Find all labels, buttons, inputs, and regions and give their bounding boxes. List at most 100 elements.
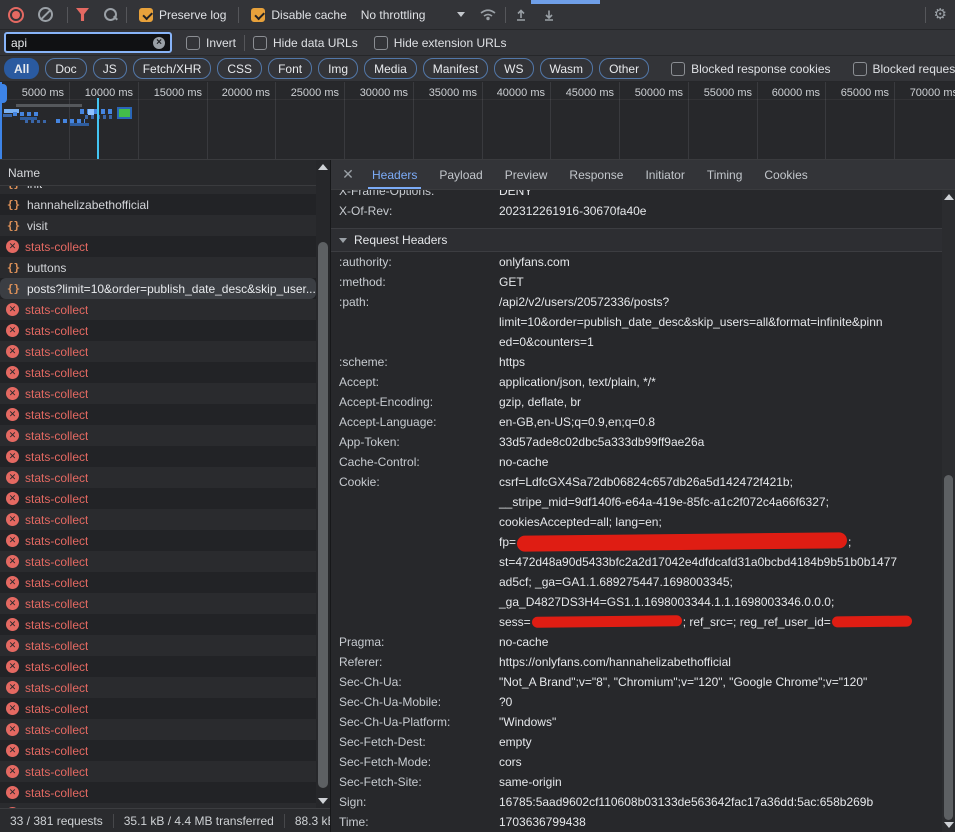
checkbox-icon[interactable]: [374, 36, 388, 50]
import-har-icon[interactable]: [514, 8, 528, 22]
header-value-text: same-origin: [499, 775, 562, 789]
header-value: cors: [499, 752, 942, 772]
type-filter-js[interactable]: JS: [93, 58, 127, 79]
request-row[interactable]: ✕stats-collect: [0, 299, 316, 320]
hide-data-urls-checkbox[interactable]: Hide data URLs: [253, 36, 358, 50]
request-row[interactable]: {}posts?limit=10&order=publish_date_desc…: [0, 278, 316, 299]
request-row[interactable]: ✕stats-collect: [0, 740, 316, 761]
checkbox-icon[interactable]: [853, 62, 867, 76]
blocked-response-cookies-label: Blocked response cookies: [691, 62, 830, 76]
request-row[interactable]: ✕stats-collect: [0, 404, 316, 425]
scrollbar-thumb[interactable]: [944, 475, 953, 820]
request-row[interactable]: ✕stats-collect: [0, 698, 316, 719]
export-har-icon[interactable]: [542, 8, 556, 22]
checkbox-icon[interactable]: [253, 36, 267, 50]
tab-response[interactable]: Response: [558, 160, 634, 189]
type-filter-doc[interactable]: Doc: [45, 58, 86, 79]
type-filter-fetch-xhr[interactable]: Fetch/XHR: [133, 58, 212, 79]
scrollbar-thumb[interactable]: [318, 242, 328, 788]
request-row[interactable]: ✕stats-collect: [0, 656, 316, 677]
overview-range-handle[interactable]: [0, 84, 7, 103]
clear-button[interactable]: [38, 7, 53, 22]
request-row[interactable]: ✕stats-collect: [0, 236, 316, 257]
tab-initiator[interactable]: Initiator: [634, 160, 695, 189]
checkbox-icon[interactable]: [671, 62, 685, 76]
error-icon: ✕: [6, 324, 19, 337]
request-row[interactable]: ✕stats-collect: [0, 488, 316, 509]
redaction-mark: [517, 532, 847, 551]
filter-blocked-requests[interactable]: Blocked requests: [853, 62, 955, 76]
tab-timing[interactable]: Timing: [696, 160, 754, 189]
scroll-up-icon[interactable]: [942, 190, 955, 204]
request-name: stats-collect: [25, 639, 88, 653]
throttling-select[interactable]: No throttling: [361, 8, 466, 22]
checkbox-checked-icon[interactable]: [251, 8, 265, 22]
hide-extension-urls-checkbox[interactable]: Hide extension URLs: [374, 36, 507, 50]
type-filter-media[interactable]: Media: [364, 58, 417, 79]
scroll-down-icon[interactable]: [316, 794, 330, 808]
invert-checkbox[interactable]: Invert: [186, 36, 236, 50]
request-row[interactable]: {}buttons: [0, 257, 316, 278]
status-bar: 33 / 381 requests35.1 kB / 4.4 MB transf…: [0, 808, 330, 832]
name-column-header[interactable]: Name: [0, 160, 330, 186]
tab-preview[interactable]: Preview: [494, 160, 559, 189]
request-row[interactable]: ✕stats-collect: [0, 782, 316, 803]
tab-headers[interactable]: Headers: [361, 160, 428, 189]
request-row[interactable]: ✕stats-collect: [0, 593, 316, 614]
request-list-scrollbar[interactable]: [316, 160, 330, 808]
header-value: /api2/v2/users/20572336/posts?limit=10&o…: [499, 292, 942, 352]
request-row[interactable]: ✕stats-collect: [0, 383, 316, 404]
type-filter-img[interactable]: Img: [318, 58, 358, 79]
search-icon[interactable]: [103, 7, 118, 22]
preserve-log-checkbox[interactable]: Preserve log: [139, 8, 226, 22]
header-value-text: 33d57ade8c02dbc5a333db99ff9ae26a: [499, 435, 704, 449]
type-filter-other[interactable]: Other: [599, 58, 649, 79]
request-row[interactable]: {}visit: [0, 215, 316, 236]
filter-input[interactable]: api ×: [4, 32, 172, 53]
settings-gear-icon[interactable]: ⚙: [934, 7, 947, 22]
close-icon[interactable]: ✕: [335, 160, 361, 189]
type-filter-all[interactable]: All: [4, 58, 39, 79]
type-filter-css[interactable]: CSS: [217, 58, 262, 79]
details-scrollbar[interactable]: [942, 190, 955, 832]
request-row[interactable]: ✕stats-collect: [0, 551, 316, 572]
header-name: Cookie:: [339, 472, 499, 632]
request-row[interactable]: ✕stats-collect: [0, 425, 316, 446]
request-row[interactable]: ✕stats-collect: [0, 719, 316, 740]
filter-blocked-response-cookies[interactable]: Blocked response cookies: [671, 62, 830, 76]
request-row[interactable]: ✕stats-collect: [0, 530, 316, 551]
checkbox-icon[interactable]: [186, 36, 200, 50]
request-row[interactable]: ✕stats-collect: [0, 761, 316, 782]
type-filter-font[interactable]: Font: [268, 58, 312, 79]
tab-cookies[interactable]: Cookies: [753, 160, 818, 189]
request-headers-section[interactable]: Request Headers: [331, 228, 942, 252]
disable-cache-checkbox[interactable]: Disable cache: [251, 8, 346, 22]
clear-filter-icon[interactable]: ×: [153, 37, 165, 49]
scroll-down-icon[interactable]: [942, 818, 955, 832]
scroll-up-icon[interactable]: [316, 160, 330, 174]
filter-toggle-icon[interactable]: [76, 8, 89, 21]
type-filter-ws[interactable]: WS: [494, 58, 533, 79]
request-row[interactable]: ✕stats-collect: [0, 467, 316, 488]
network-conditions-icon[interactable]: [479, 7, 497, 22]
request-row[interactable]: ✕stats-collect: [0, 446, 316, 467]
request-row[interactable]: ✕stats-collect: [0, 635, 316, 656]
request-row[interactable]: {}init: [0, 186, 316, 194]
request-row[interactable]: ✕stats-collect: [0, 509, 316, 530]
request-row[interactable]: {}hannahelizabethofficial: [0, 194, 316, 215]
request-row[interactable]: ✕stats-collect: [0, 614, 316, 635]
request-row[interactable]: ✕stats-collect: [0, 341, 316, 362]
checkbox-checked-icon[interactable]: [139, 8, 153, 22]
request-row[interactable]: ✕stats-collect: [0, 362, 316, 383]
request-row[interactable]: ✕stats-collect: [0, 572, 316, 593]
request-row[interactable]: ✕stats-collect: [0, 320, 316, 341]
timeline-overview[interactable]: 5000 ms10000 ms15000 ms20000 ms25000 ms3…: [0, 82, 955, 160]
type-filter-manifest[interactable]: Manifest: [423, 58, 488, 79]
header-name: Sec-Fetch-Site:: [339, 772, 499, 792]
type-filter-wasm[interactable]: Wasm: [540, 58, 594, 79]
timeline-tick-label: 30000 ms: [328, 87, 408, 99]
tab-payload[interactable]: Payload: [428, 160, 493, 189]
header-value-text: __stripe_mid=9df140f6-e64a-419e-85fc-a1c…: [499, 495, 829, 509]
request-row[interactable]: ✕stats-collect: [0, 677, 316, 698]
record-button[interactable]: [8, 7, 24, 23]
